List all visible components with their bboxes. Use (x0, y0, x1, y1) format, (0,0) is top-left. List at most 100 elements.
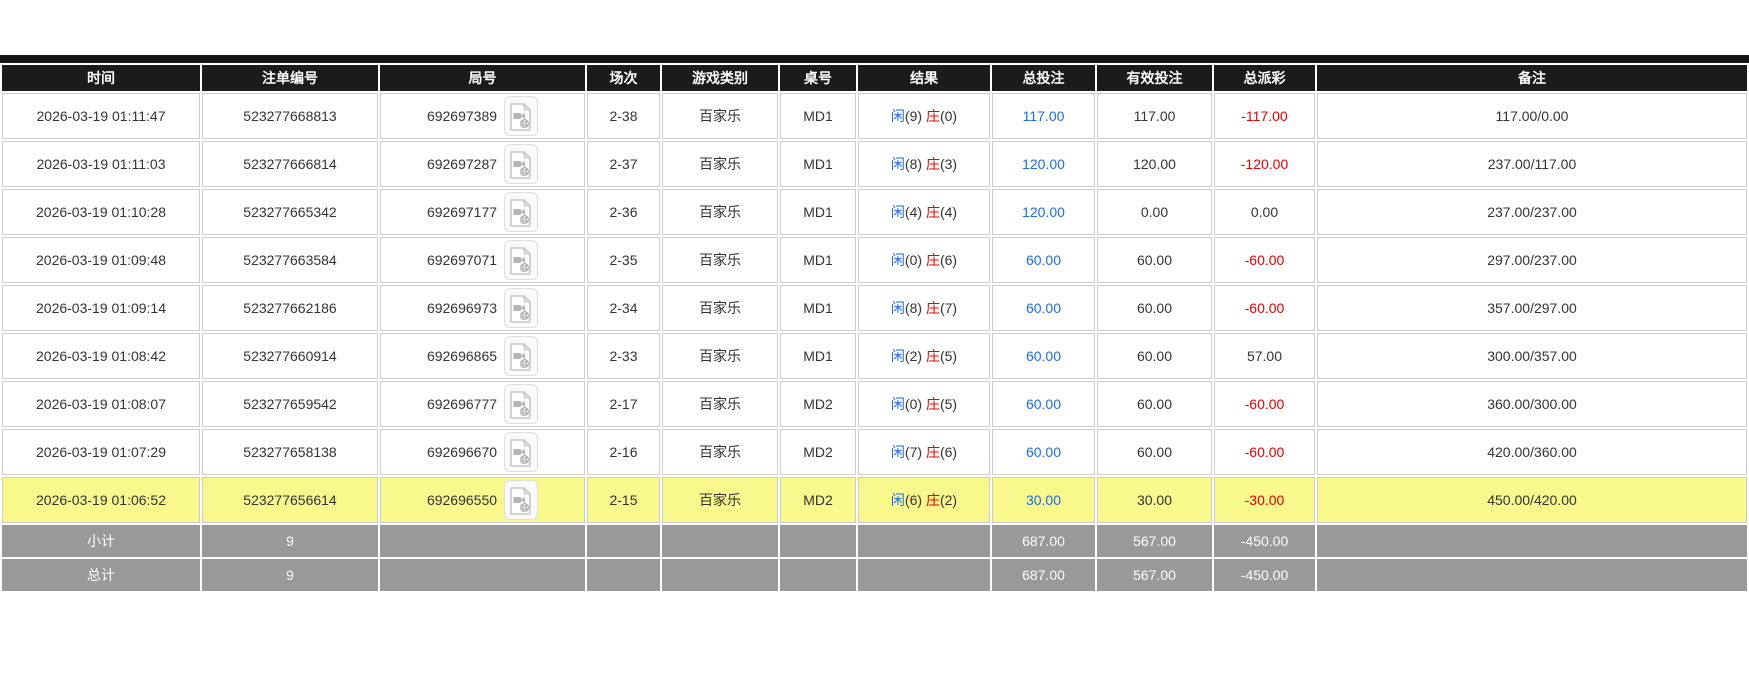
table-row: 2026-03-19 01:07:29 523277658138 692696670… (2, 429, 1747, 475)
cell-result: 闲(9) 庄(0) (858, 93, 990, 139)
result-player-label: 闲 (890, 156, 905, 172)
cell-total-bet: 60.00 (992, 285, 1095, 331)
cell-result: 闲(0) 庄(6) (858, 237, 990, 283)
table-row: 2026-03-19 01:08:07 523277659542 692696777… (2, 381, 1747, 427)
video-replay-button[interactable] (504, 144, 539, 184)
cell-session: 2-36 (587, 189, 660, 235)
grand-total-row: 总计 9 687.00 567.00 -450.00 (2, 559, 1747, 591)
cell-bet-id: 523277660914 (202, 333, 378, 379)
result-player-score: (8) (904, 300, 923, 316)
cell-round-id: 692697071 (380, 237, 585, 283)
column-header-payout: 总派彩 (1214, 65, 1315, 91)
cell-game-type: 百家乐 (662, 285, 778, 331)
video-replay-button[interactable] (504, 192, 539, 232)
cell-remark: 420.00/360.00 (1317, 429, 1747, 475)
result-banker-score: (6) (939, 444, 958, 460)
bet-records-table: 时间 注单编号 局号 场次 游戏类别 桌号 结果 总投注 有效投注 总派彩 备注 2026-03-1… (0, 63, 1749, 593)
cell-session: 2-17 (587, 381, 660, 427)
cell-session: 2-33 (587, 333, 660, 379)
cell-round-id: 692696777 (380, 381, 585, 427)
round-id-text: 692696973 (426, 300, 498, 316)
cell-result: 闲(6) 庄(2) (858, 477, 990, 523)
column-header-session: 场次 (587, 65, 660, 91)
video-replay-button[interactable] (504, 96, 539, 136)
result-player-label: 闲 (890, 348, 905, 364)
video-file-icon (510, 295, 532, 323)
table-row: 2026-03-19 01:08:42 523277660914 692696865… (2, 333, 1747, 379)
cell-valid-bet: 117.00 (1097, 93, 1212, 139)
cell-remark: 117.00/0.00 (1317, 93, 1747, 139)
cell-bet-id: 523277665342 (202, 189, 378, 235)
table-top-border (0, 55, 1749, 63)
cell-table-no: MD2 (780, 477, 856, 523)
video-replay-button[interactable] (504, 288, 539, 328)
cell-bet-id: 523277659542 (202, 381, 378, 427)
result-player-score: (8) (904, 156, 923, 172)
result-player-label: 闲 (890, 300, 905, 316)
video-replay-button[interactable] (504, 384, 539, 424)
cell-result: 闲(7) 庄(6) (858, 429, 990, 475)
footer-remark-empty (1317, 559, 1747, 591)
cell-table-no: MD2 (780, 381, 856, 427)
cell-total-bet: 60.00 (992, 237, 1095, 283)
video-replay-button[interactable] (504, 336, 539, 376)
cell-bet-id: 523277658138 (202, 429, 378, 475)
cell-total-bet: 117.00 (992, 93, 1095, 139)
column-header-round_id: 局号 (380, 65, 585, 91)
video-file-icon (510, 103, 532, 131)
cell-payout: -60.00 (1214, 285, 1315, 331)
cell-session: 2-38 (587, 93, 660, 139)
result-banker-score: (6) (939, 252, 958, 268)
cell-total-bet: 60.00 (992, 429, 1095, 475)
cell-result: 闲(0) 庄(5) (858, 381, 990, 427)
table-row: 2026-03-19 01:10:28 523277665342 692697177… (2, 189, 1747, 235)
result-player-score: (7) (904, 444, 923, 460)
cell-payout: -60.00 (1214, 429, 1315, 475)
round-id-text: 692697071 (426, 252, 498, 268)
result-player-label: 闲 (890, 252, 905, 268)
cell-valid-bet: 120.00 (1097, 141, 1212, 187)
video-replay-button[interactable] (504, 480, 539, 520)
footer-remark-empty (1317, 525, 1747, 557)
cell-game-type: 百家乐 (662, 429, 778, 475)
cell-total-bet: 120.00 (992, 141, 1095, 187)
result-banker-label: 庄 (925, 156, 940, 172)
result-player-score: (2) (904, 348, 923, 364)
cell-game-type: 百家乐 (662, 381, 778, 427)
cell-round-id: 692696865 (380, 333, 585, 379)
table-row: 2026-03-19 01:11:03 523277666814 692697287… (2, 141, 1747, 187)
footer-table-empty (780, 559, 856, 591)
page-container: 时间 注单编号 局号 场次 游戏类别 桌号 结果 总投注 有效投注 总派彩 备注 2026-03-1… (0, 0, 1749, 593)
cell-bet-id: 523277666814 (202, 141, 378, 187)
cell-bet-id: 523277662186 (202, 285, 378, 331)
cell-table-no: MD1 (780, 189, 856, 235)
footer-result-empty (858, 525, 990, 557)
round-id-text: 692696865 (426, 348, 498, 364)
video-replay-button[interactable] (504, 432, 539, 472)
cell-valid-bet: 0.00 (1097, 189, 1212, 235)
column-header-time: 时间 (2, 65, 200, 91)
cell-valid-bet: 60.00 (1097, 237, 1212, 283)
footer-session-empty (587, 559, 660, 591)
cell-table-no: MD1 (780, 333, 856, 379)
cell-total-bet: 60.00 (992, 333, 1095, 379)
cell-game-type: 百家乐 (662, 141, 778, 187)
cell-table-no: MD1 (780, 237, 856, 283)
footer-label: 小计 (2, 525, 200, 557)
result-banker-score: (5) (939, 396, 958, 412)
result-banker-label: 庄 (925, 444, 940, 460)
result-player-label: 闲 (890, 204, 905, 220)
cell-game-type: 百家乐 (662, 93, 778, 139)
footer-valid-bet: 567.00 (1097, 525, 1212, 557)
cell-round-id: 692697287 (380, 141, 585, 187)
cell-result: 闲(4) 庄(4) (858, 189, 990, 235)
video-replay-button[interactable] (504, 240, 539, 280)
result-banker-score: (7) (939, 300, 958, 316)
result-banker-label: 庄 (925, 348, 940, 364)
cell-result: 闲(8) 庄(3) (858, 141, 990, 187)
footer-game-empty (662, 525, 778, 557)
footer-count: 9 (202, 559, 378, 591)
cell-total-bet: 30.00 (992, 477, 1095, 523)
footer-table-empty (780, 525, 856, 557)
result-banker-score: (2) (939, 492, 958, 508)
